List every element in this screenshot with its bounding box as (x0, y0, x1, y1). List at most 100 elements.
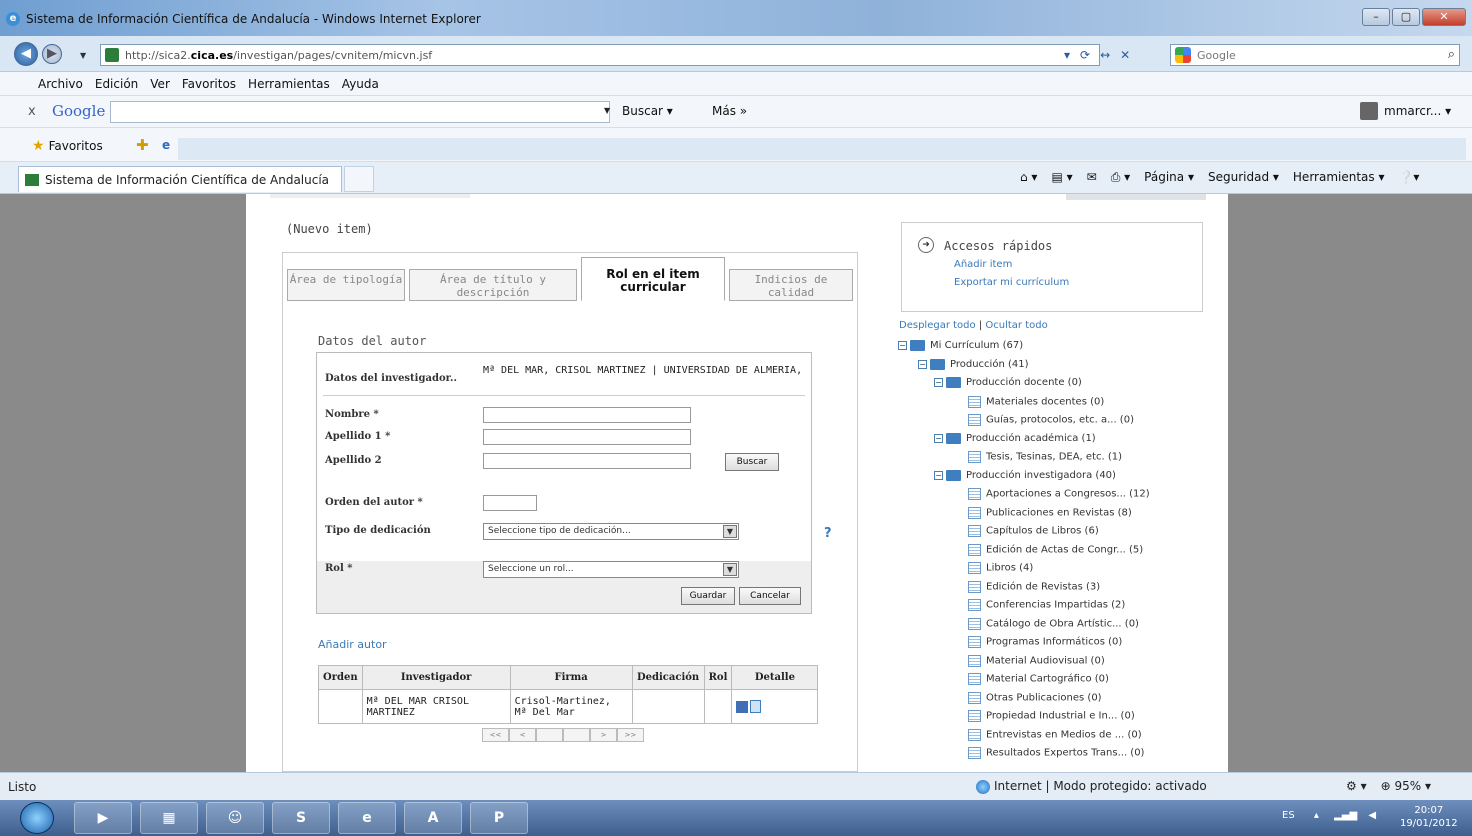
orden-autor-input[interactable] (483, 495, 537, 511)
close-toolbar-icon[interactable]: x (28, 104, 36, 119)
collapse-toggle-icon[interactable]: − (934, 470, 943, 480)
apellido2-input[interactable] (483, 453, 691, 469)
pager-first[interactable]: << (482, 728, 509, 742)
network-icon[interactable]: ▂▄▆ (1334, 810, 1357, 821)
history-dropdown-icon[interactable]: ▼ (80, 51, 86, 60)
menu-herramientas[interactable]: Herramientas (242, 72, 336, 95)
pager-last[interactable]: >> (617, 728, 644, 742)
zoom-level[interactable]: ⚙ ▾ ⊕ 95% ▾ (1346, 779, 1431, 793)
tree-node[interactable]: Capítulos de Libros (6) (968, 525, 1099, 541)
tree-node[interactable]: Otras Publicaciones (0) (968, 691, 1102, 708)
tree-node[interactable]: − Producción (41) (918, 358, 1029, 375)
minimize-button[interactable]: – (1362, 8, 1390, 26)
tree-node[interactable]: − Producción docente (0) (934, 377, 1082, 393)
tab-rol-item[interactable]: Rol en el item curricular (581, 257, 725, 301)
tab-indicios-calidad[interactable]: Indicios de calidad (729, 269, 853, 301)
tree-node[interactable]: Resultados Expertos Trans... (0) (968, 747, 1144, 763)
tree-node[interactable]: Conferencias Impartidas (2) (968, 599, 1125, 615)
url-dropdown-icon[interactable]: ▾ (1064, 48, 1070, 62)
herramientas-menu[interactable]: Herramientas ▾ (1293, 170, 1385, 185)
pagina-menu[interactable]: Página ▾ (1144, 170, 1194, 185)
refresh-icon[interactable]: ⟳ (1080, 48, 1090, 62)
browser-tab[interactable]: Sistema de Información Científica de And… (18, 166, 342, 192)
maximize-button[interactable]: ▢ (1392, 8, 1420, 26)
tree-node[interactable]: Edición de Revistas (3) (968, 580, 1100, 597)
tree-node[interactable]: Material Cartográfico (0) (968, 673, 1109, 689)
new-tab-button[interactable] (344, 166, 374, 192)
tray-arrow-icon[interactable]: ▴ (1314, 810, 1319, 821)
google-buscar-button[interactable]: Buscar ▾ (622, 104, 673, 118)
ie-favorite-icon[interactable]: e (162, 138, 170, 152)
trash-icon[interactable] (750, 700, 762, 713)
collapse-all-link[interactable]: Ocultar todo (985, 320, 1047, 331)
language-indicator[interactable]: ES (1282, 810, 1295, 821)
tree-node[interactable]: − Mi Currículum (67) (898, 340, 1023, 356)
tree-node[interactable]: Guías, protocolos, etc. a... (0) (968, 414, 1134, 430)
pager-page[interactable] (563, 728, 590, 742)
add-item-link[interactable]: Añadir item (954, 259, 1012, 270)
acrobat-icon[interactable]: A (404, 802, 462, 834)
clock[interactable]: 20:07 19/01/2012 (1400, 804, 1458, 830)
tree-node[interactable]: Propiedad Industrial e In... (0) (968, 710, 1135, 726)
menu-ayuda[interactable]: Ayuda (336, 72, 385, 95)
add-autor-link[interactable]: Añadir autor (318, 638, 387, 651)
pager-next[interactable]: > (590, 728, 617, 742)
google-search-input[interactable] (110, 101, 610, 123)
pager-page[interactable] (536, 728, 563, 742)
close-window-button[interactable]: ✕ (1422, 8, 1466, 26)
url-field[interactable]: http://sica2.cica.es/investigan/pages/cv… (100, 44, 1100, 66)
tree-node[interactable]: Libros (4) (968, 562, 1033, 578)
tree-node[interactable]: Edición de Actas de Congr... (5) (968, 543, 1143, 560)
add-favorite-icon[interactable]: ✚ (136, 136, 149, 154)
tree-node[interactable]: Entrevistas en Medios de ... (0) (968, 728, 1142, 745)
tree-node[interactable]: Tesis, Tesinas, DEA, etc. (1) (968, 451, 1122, 467)
pager-prev[interactable]: < (509, 728, 536, 742)
explorer-icon[interactable]: ▦ (140, 802, 198, 834)
collapse-toggle-icon[interactable]: − (934, 378, 943, 387)
volume-icon[interactable]: ◀ (1368, 810, 1376, 821)
search-box[interactable]: Google ⌕ (1170, 44, 1460, 66)
export-cv-link[interactable]: Exportar mi currículum (954, 277, 1069, 288)
guardar-button[interactable]: Guardar (681, 587, 735, 605)
tree-node[interactable]: Material Audiovisual (0) (968, 654, 1105, 671)
apellido1-input[interactable] (483, 429, 691, 445)
powerpoint-icon[interactable]: P (470, 802, 528, 834)
tree-node[interactable]: Catálogo de Obra Artístic... (0) (968, 617, 1139, 634)
forward-button[interactable]: ▶ (42, 44, 62, 64)
tab-area-tipologia[interactable]: Área de tipología (287, 269, 405, 301)
security-zone[interactable]: Internet | Modo protegido: activado (976, 779, 1207, 794)
help-icon[interactable]: ? (824, 526, 832, 541)
menu-edicion[interactable]: Edición (89, 72, 144, 95)
start-button[interactable] (20, 802, 54, 834)
compat-view-icon[interactable]: ↔ (1100, 48, 1110, 62)
internet-explorer-icon[interactable]: e (338, 802, 396, 834)
home-icon[interactable]: ⌂ ▾ (1020, 170, 1037, 185)
tree-node[interactable]: Materiales docentes (0) (968, 395, 1104, 412)
menu-ver[interactable]: Ver (144, 72, 176, 95)
feeds-icon[interactable]: ▤ ▾ (1051, 170, 1072, 185)
expand-all-link[interactable]: Desplegar todo (899, 320, 976, 331)
nombre-input[interactable] (483, 407, 691, 423)
stop-icon[interactable]: ✕ (1120, 48, 1130, 62)
buscar-button[interactable]: Buscar (725, 453, 779, 471)
mail-icon[interactable]: ✉ (1087, 170, 1097, 185)
seguridad-menu[interactable]: Seguridad ▾ (1208, 170, 1279, 185)
cancelar-button[interactable]: Cancelar (739, 587, 801, 605)
tree-node[interactable]: Aportaciones a Congresos... (12) (968, 488, 1150, 504)
tree-node[interactable]: Publicaciones en Revistas (8) (968, 506, 1132, 523)
tipo-dedicacion-select[interactable]: Seleccione tipo de dedicación... ▼ (483, 523, 739, 540)
rol-select[interactable]: Seleccione un rol... ▼ (483, 561, 739, 578)
google-mas-button[interactable]: Más » (712, 104, 747, 118)
collapse-toggle-icon[interactable]: − (918, 359, 927, 369)
media-player-icon[interactable]: ▶ (74, 802, 132, 834)
tree-node[interactable]: − Producción investigadora (40) (934, 469, 1116, 486)
collapse-toggle-icon[interactable]: − (934, 433, 943, 443)
search-icon[interactable]: ⌕ (1448, 47, 1455, 62)
google-user-menu[interactable]: mmarcr... ▾ (1360, 104, 1451, 118)
tab-area-titulo[interactable]: Área de título y descripción (409, 269, 577, 301)
menu-archivo[interactable]: Archivo (32, 72, 89, 95)
favorites-button[interactable]: ★ Favoritos (32, 138, 103, 154)
back-button[interactable]: ◀ (14, 42, 38, 66)
skype-icon[interactable]: S (272, 802, 330, 834)
menu-favoritos[interactable]: Favoritos (176, 72, 242, 95)
